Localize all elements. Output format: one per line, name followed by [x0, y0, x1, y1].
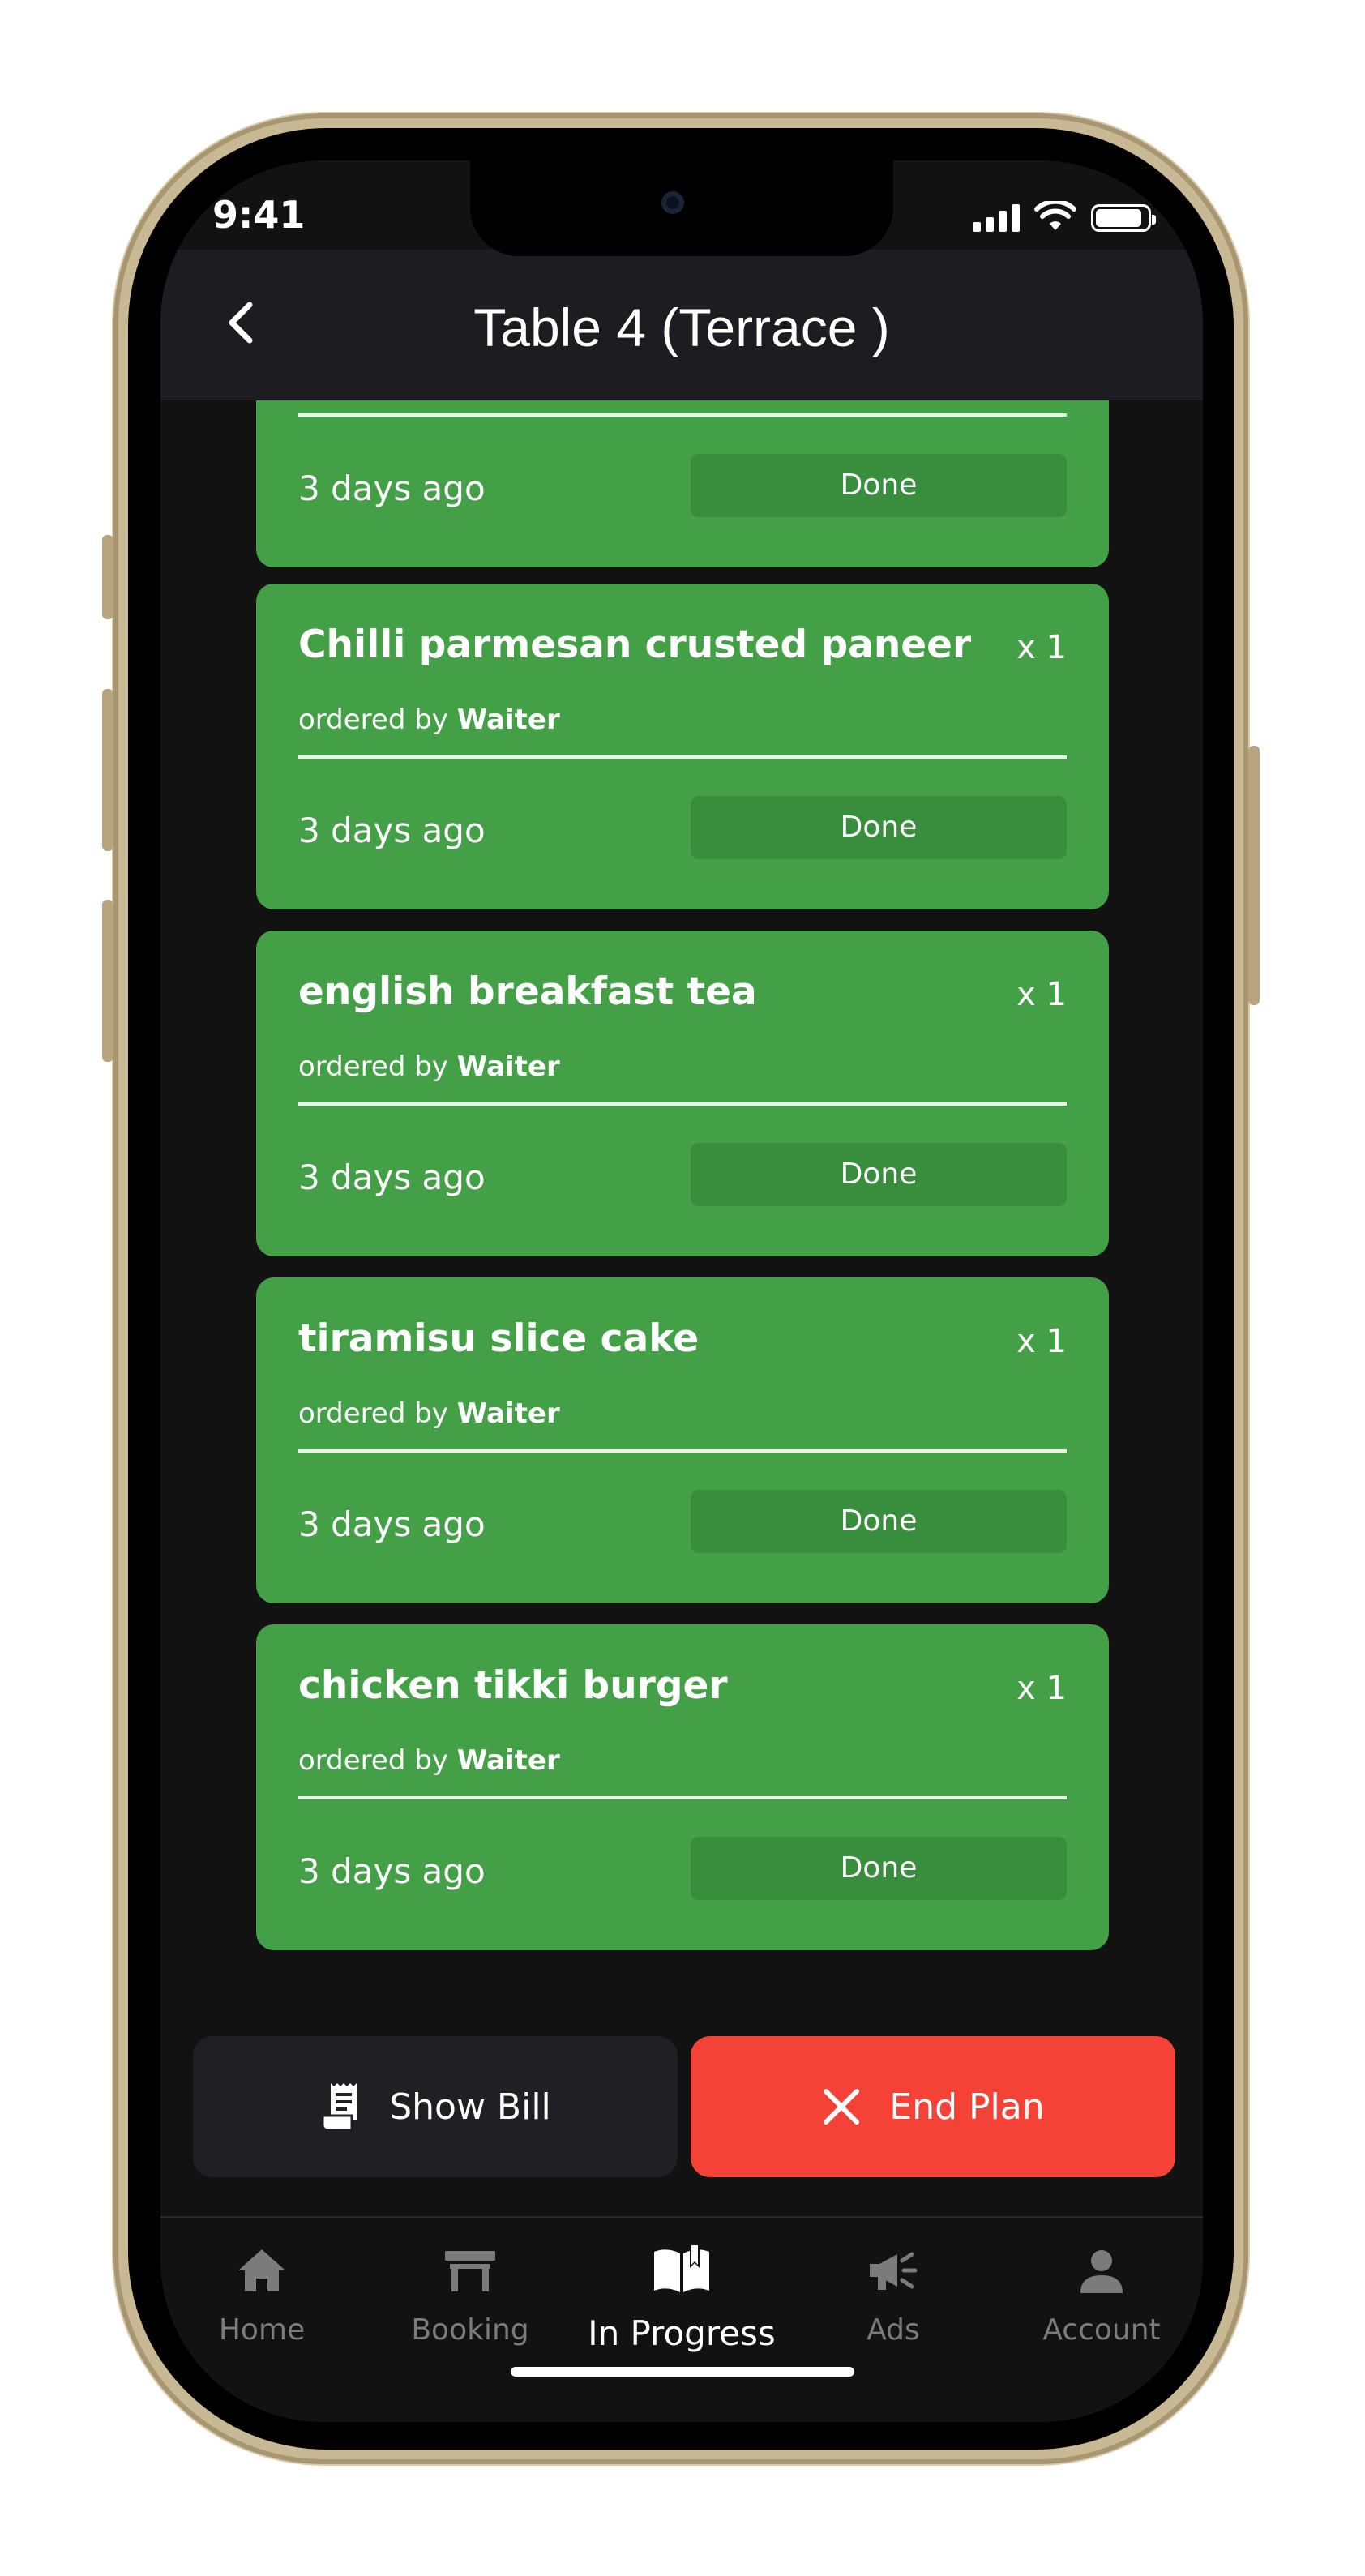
- order-quantity: x 1: [1016, 1670, 1067, 1707]
- order-time-ago: 3 days ago: [298, 811, 486, 850]
- order-quantity: x 1: [1016, 1323, 1067, 1360]
- done-button[interactable]: Done: [691, 454, 1067, 517]
- tab-in-progress-label: In Progress: [588, 2313, 776, 2353]
- ordered-by: ordered by Waiter: [298, 1744, 560, 1777]
- tab-in-progress[interactable]: In Progress: [584, 2242, 779, 2353]
- tab-home[interactable]: Home: [165, 2242, 359, 2347]
- person-icon: [1080, 2250, 1123, 2293]
- order-time-ago: 3 days ago: [298, 1851, 486, 1891]
- done-button[interactable]: Done: [691, 1837, 1067, 1900]
- page-title: Table 4 (Terrace ): [473, 297, 890, 357]
- ordered-by-label: ordered by: [298, 1051, 448, 1083]
- ordered-by: ordered by Waiter: [298, 1051, 560, 1083]
- done-button[interactable]: Done: [691, 1143, 1067, 1206]
- tab-ads-label: Ads: [866, 2313, 920, 2347]
- ordered-by: ordered by Waiter: [298, 1397, 560, 1430]
- home-icon: [238, 2249, 285, 2291]
- tab-account-label: Account: [1042, 2313, 1161, 2347]
- done-button[interactable]: Done: [691, 1490, 1067, 1553]
- order-item-name: chicken tikki burger: [298, 1663, 728, 1708]
- receipt-icon: [321, 2083, 357, 2132]
- ordered-by-label: ordered by: [298, 704, 448, 736]
- screen: 9:41 Table 4 (Terrace ) 3 days ago Done …: [160, 160, 1203, 2422]
- status-icons: [973, 201, 1156, 232]
- card-divider: [298, 413, 1067, 417]
- tab-booking-label: Booking: [411, 2313, 529, 2347]
- table-icon: [445, 2251, 495, 2291]
- home-indicator[interactable]: [511, 2367, 854, 2377]
- order-time-ago: 3 days ago: [298, 469, 486, 508]
- order-time-ago: 3 days ago: [298, 1157, 486, 1197]
- order-card: 3 days ago Done: [256, 400, 1109, 567]
- megaphone-icon: [870, 2252, 918, 2290]
- order-quantity: x 1: [1016, 976, 1067, 1013]
- order-item-name: tiramisu slice cake: [298, 1316, 700, 1361]
- done-button[interactable]: Done: [691, 796, 1067, 859]
- ordered-by-name: Waiter: [456, 1744, 560, 1777]
- wifi-icon: [1034, 201, 1076, 230]
- tab-ads[interactable]: Ads: [796, 2242, 991, 2347]
- volume-down-button: [102, 900, 113, 1062]
- ordered-by: ordered by Waiter: [298, 704, 560, 736]
- ordered-by-label: ordered by: [298, 1397, 448, 1430]
- ordered-by-name: Waiter: [456, 704, 560, 736]
- order-quantity: x 1: [1016, 629, 1067, 666]
- header: Table 4 (Terrace ): [160, 250, 1203, 400]
- order-time-ago: 3 days ago: [298, 1504, 486, 1544]
- tab-home-label: Home: [218, 2313, 306, 2347]
- ordered-by-name: Waiter: [456, 1397, 560, 1430]
- end-plan-label: End Plan: [889, 2086, 1045, 2128]
- silent-switch: [102, 535, 113, 619]
- power-button: [1248, 746, 1260, 1005]
- order-card: tiramisu slice cake x 1 ordered by Waite…: [256, 1277, 1109, 1603]
- order-card: english breakfast tea x 1 ordered by Wai…: [256, 931, 1109, 1256]
- camera-icon: [661, 191, 684, 214]
- show-bill-button[interactable]: Show Bill: [193, 2036, 678, 2177]
- open-book-icon: [654, 2245, 709, 2292]
- card-divider: [298, 1796, 1067, 1799]
- tab-account[interactable]: Account: [1004, 2242, 1199, 2347]
- ordered-by-label: ordered by: [298, 1744, 448, 1777]
- bottom-tab-bar: Home Booking In Progress Ads Account: [160, 2216, 1203, 2422]
- volume-up-button: [102, 689, 113, 851]
- card-divider: [298, 1102, 1067, 1106]
- close-icon: [824, 2089, 860, 2125]
- show-bill-label: Show Bill: [389, 2086, 551, 2128]
- ordered-by-name: Waiter: [456, 1051, 560, 1083]
- order-card: Chilli parmesan crusted paneer x 1 order…: [256, 584, 1109, 909]
- card-divider: [298, 1449, 1067, 1453]
- card-divider: [298, 755, 1067, 759]
- tab-booking[interactable]: Booking: [373, 2242, 567, 2347]
- order-item-name: Chilli parmesan crusted paneer: [298, 623, 972, 667]
- signal-icon: [973, 203, 1020, 232]
- order-list[interactable]: 3 days ago Done Chilli parmesan crusted …: [256, 400, 1109, 2224]
- order-item-name: english breakfast tea: [298, 969, 757, 1014]
- end-plan-button[interactable]: End Plan: [691, 2036, 1175, 2177]
- order-card: chicken tikki burger x 1 ordered by Wait…: [256, 1624, 1109, 1950]
- battery-icon: [1091, 204, 1156, 232]
- notch: [470, 160, 893, 256]
- status-time: 9:41: [212, 193, 306, 237]
